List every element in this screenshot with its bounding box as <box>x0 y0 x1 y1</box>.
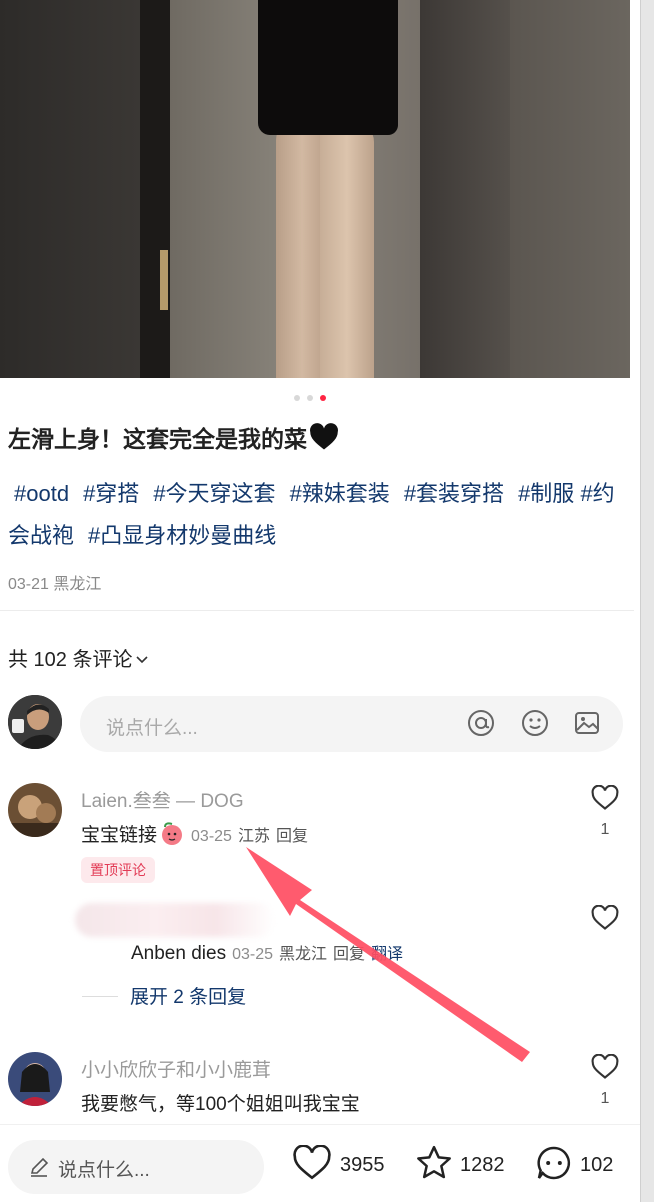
tag-link[interactable]: #ootd <box>14 481 69 506</box>
black-heart-icon <box>309 423 339 457</box>
tag-link[interactable]: #穿搭 <box>83 481 139 506</box>
reply-date: 03-25 <box>232 946 273 963</box>
carousel-indicator <box>294 395 334 403</box>
comment-bubble-icon <box>534 1143 574 1188</box>
star-icon <box>414 1143 454 1188</box>
comment-input-placeholder: 说点什么... <box>106 718 198 739</box>
carousel-dot <box>294 395 300 401</box>
comment-author[interactable]: Laien.叁叁 — DOG <box>81 786 244 813</box>
post-detail-page: 左滑上身！这套完全是我的菜 #ootd #穿搭 #今天穿这套 #辣妹套装 #套装穿搭 #制… <box>0 0 640 1202</box>
reply-author-blurred <box>75 903 275 937</box>
post-photo[interactable] <box>0 0 630 378</box>
scrollbar-edge <box>640 0 654 1202</box>
comment-like-icon[interactable] <box>591 1053 621 1082</box>
commenter-avatar[interactable] <box>8 1052 62 1106</box>
comment-text: 我要憋气，等100个姐姐叫我宝宝 <box>81 1094 360 1115</box>
comment-input[interactable]: 说点什么... <box>80 696 623 752</box>
comment-author[interactable]: 小小欣欣子和小小鹿茸 <box>81 1055 271 1082</box>
reply-text: Anben dies <box>131 943 227 964</box>
bottom-comment-input[interactable]: 说点什么... <box>8 1140 264 1194</box>
comment-like-count: 1 <box>600 821 610 838</box>
divider <box>82 996 118 997</box>
like-count: 3955 <box>340 1154 385 1176</box>
bottom-comment-placeholder: 说点什么... <box>58 1160 150 1181</box>
commenter-avatar[interactable] <box>8 783 62 837</box>
like-button[interactable]: 3955 <box>292 1143 396 1183</box>
chevron-down-icon <box>136 651 149 667</box>
post-location: 黑龙江 <box>53 576 102 593</box>
comment-location: 江苏 <box>237 828 270 845</box>
pinned-badge: 置顶评论 <box>81 857 155 883</box>
comment-count: 102 <box>580 1154 614 1176</box>
at-icon[interactable] <box>466 708 496 738</box>
image-icon[interactable] <box>572 708 602 738</box>
expand-replies-label: 展开 2 条回复 <box>130 987 247 1008</box>
comment-like-count: 1 <box>600 1090 610 1107</box>
carousel-dot-active <box>320 395 326 401</box>
comment-count-label: 共 102 条评论 <box>8 649 133 671</box>
comment-count-sort[interactable]: 共 102 条评论 <box>8 643 149 672</box>
reply-button[interactable]: 回复 <box>276 828 308 845</box>
bottom-action-bar: 说点什么... 3955 1282 102 <box>0 1124 640 1202</box>
tag-link[interactable]: #制服 <box>518 481 574 506</box>
tag-link[interactable]: #辣妹套装 <box>290 481 390 506</box>
emoji-icon[interactable] <box>520 708 550 738</box>
tag-list: #ootd #穿搭 #今天穿这套 #辣妹套装 #套装穿搭 #制服 #约会战袍 #凸显身材妙曼… <box>8 473 628 557</box>
post-meta: 03-21 黑龙江 <box>8 570 101 594</box>
pencil-icon <box>28 1156 50 1183</box>
comment-text: 宝宝链接 <box>81 825 158 846</box>
heart-icon <box>292 1144 332 1186</box>
post-title: 左滑上身！这套完全是我的菜 <box>8 420 339 457</box>
reply-like-icon[interactable] <box>591 904 621 933</box>
reply-location: 黑龙江 <box>279 946 328 963</box>
translate-button[interactable]: 翻译 <box>371 946 403 963</box>
comment-date: 03-25 <box>191 828 232 845</box>
avatar[interactable] <box>8 695 62 749</box>
favorite-count: 1282 <box>460 1154 505 1176</box>
comment-button[interactable]: 102 <box>534 1143 624 1183</box>
divider <box>0 610 634 611</box>
post-title-text: 左滑上身！这套完全是我的菜 <box>8 426 307 452</box>
reply-body: Anben dies 03-25 黑龙江 回复 翻译 <box>131 940 403 965</box>
peach-sticker-icon <box>159 820 185 852</box>
post-date: 03-21 <box>8 576 49 593</box>
comment-body: 宝宝链接 03-25 江苏 回复 <box>81 820 308 852</box>
reply-button[interactable]: 回复 <box>333 946 365 963</box>
expand-replies-button[interactable]: 展开 2 条回复 <box>82 982 246 1009</box>
favorite-button[interactable]: 1282 <box>414 1143 518 1183</box>
carousel-dot <box>307 395 313 401</box>
comment-like-icon[interactable] <box>591 784 621 813</box>
tag-link[interactable]: #今天穿这套 <box>153 481 275 506</box>
tag-link[interactable]: #凸显身材妙曼曲线 <box>88 523 276 548</box>
tag-link[interactable]: #套装穿搭 <box>404 481 504 506</box>
